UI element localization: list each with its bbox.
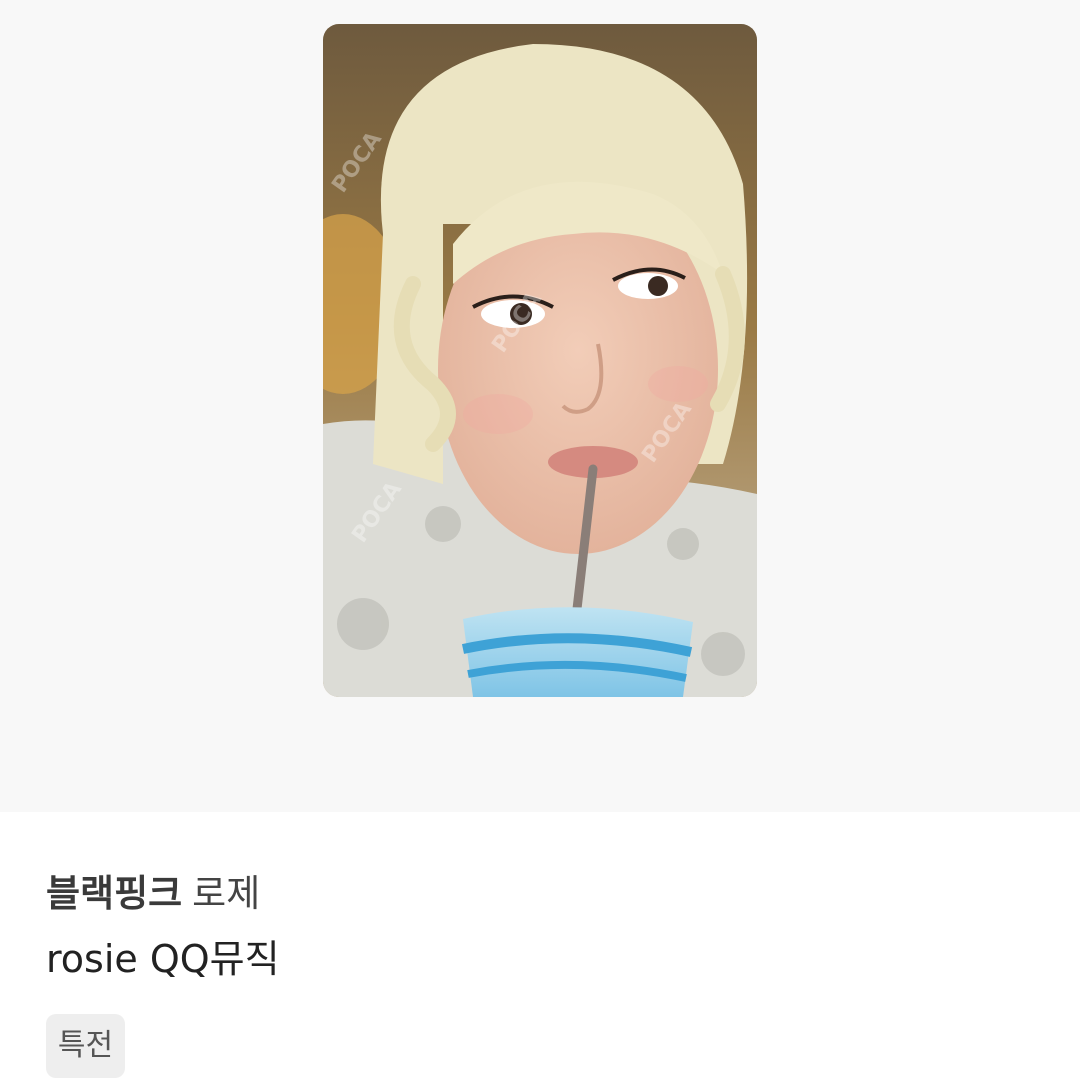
product-photo[interactable]: POCA POCA POCA POCA xyxy=(323,24,757,697)
product-subtitle: rosie QQ뮤직 xyxy=(46,937,280,981)
group-name: 블랙핑크 xyxy=(46,872,183,915)
product-info: 블랙핑크 로제 rosie QQ뮤직 특전 xyxy=(0,812,1080,1080)
photocard-image: POCA POCA POCA POCA xyxy=(323,24,757,697)
member-name: 로제 xyxy=(192,872,261,915)
image-viewer: POCA POCA POCA POCA xyxy=(0,0,1080,812)
product-title: 블랙핑크 로제 xyxy=(46,872,260,916)
tag-badge[interactable]: 특전 xyxy=(46,1014,125,1078)
